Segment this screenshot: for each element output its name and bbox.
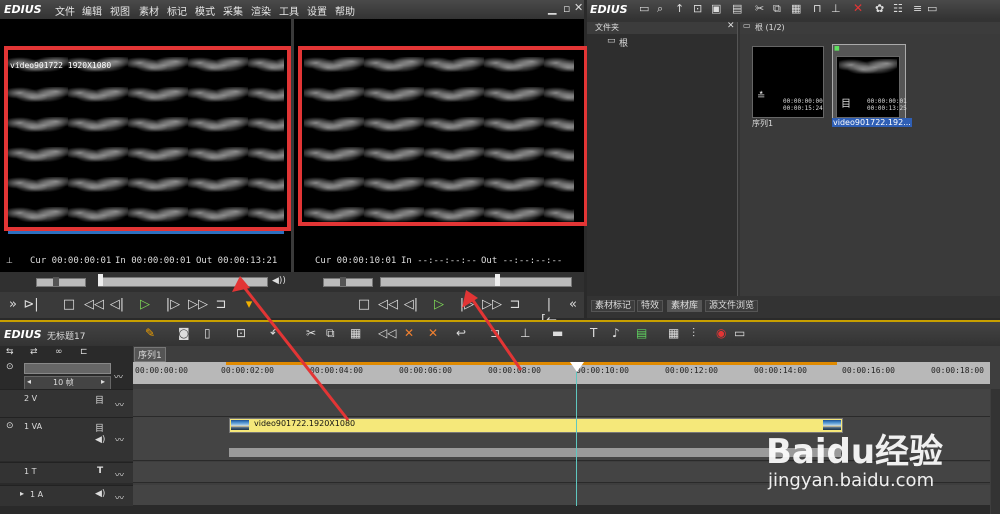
watermark-url: jingyan.baidu.com bbox=[768, 470, 935, 491]
arrow-to-player bbox=[238, 281, 350, 421]
watermark-logo: Baidu经验 bbox=[766, 432, 944, 472]
watermark: Baidu经验 jingyan.baidu.com bbox=[760, 404, 996, 504]
arrow-to-recorder bbox=[468, 295, 523, 371]
